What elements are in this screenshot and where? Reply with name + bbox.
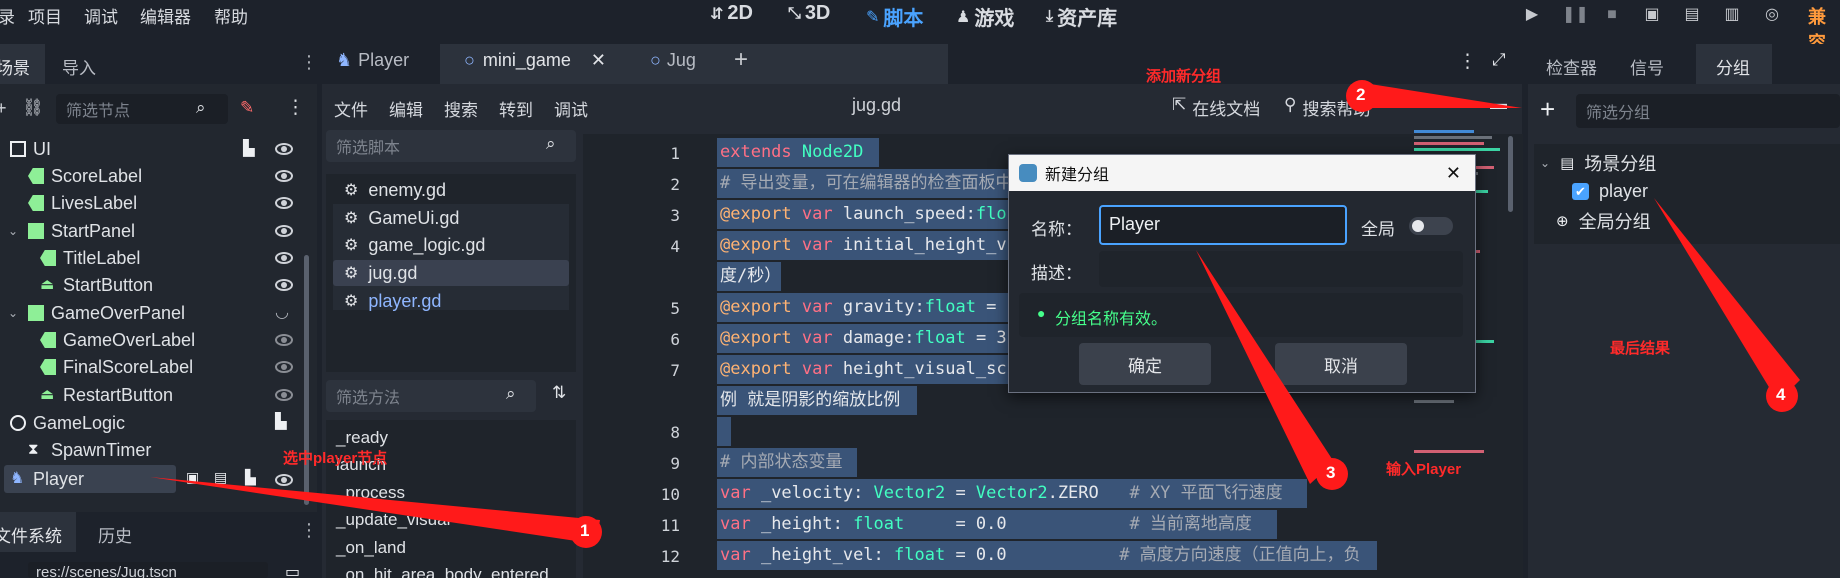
arrow-4: [1654, 198, 1800, 402]
annotation-number-1: 1: [580, 521, 590, 540]
annotation-select-player: 选中player节点: [283, 450, 388, 467]
annotation-input-player: 输入Player: [1386, 461, 1462, 478]
annotation-arrows: [150, 80, 1800, 548]
annotation-number-2: 2: [1356, 85, 1366, 104]
arrow-3: [1196, 250, 1334, 484]
annotation-final-result: 最后结果: [1610, 340, 1671, 357]
arrow-2: [1362, 84, 1522, 108]
annotation-number-3: 3: [1326, 463, 1336, 482]
arrow-1: [150, 477, 600, 544]
annotation-add-group: 添加新分组: [1146, 68, 1222, 85]
annotation-number-4: 4: [1776, 385, 1786, 404]
